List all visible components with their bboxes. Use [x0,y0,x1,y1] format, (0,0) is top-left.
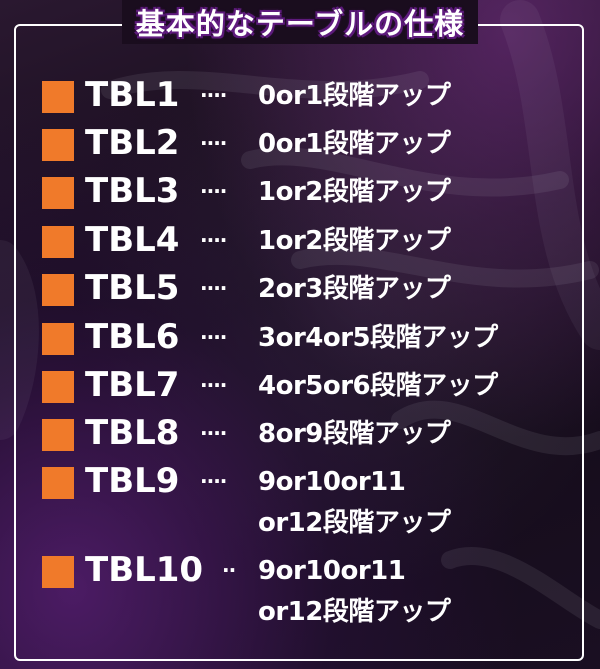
upgrade-value: 0or1段階アップ [258,129,451,159]
leader-dots: ···· [200,373,227,397]
table-name: TBL6 [85,317,180,357]
upgrade-value: 4or5or6段階アップ [258,371,498,401]
orange-square-marker [42,129,74,161]
upgrade-value: 8or9段階アップ [258,419,451,449]
upgrade-value: 2or3段階アップ [258,274,451,304]
table-name: TBL7 [85,365,180,405]
leader-dots: ···· [200,83,227,107]
leader-dots: ···· [200,276,227,300]
upgrade-value: 0or1段階アップ [258,81,451,111]
table-name: TBL10 [85,550,204,590]
table-name: TBL3 [85,171,180,211]
leader-dots: ···· [200,469,227,493]
table-name: TBL5 [85,268,180,308]
orange-square-marker [42,177,74,209]
leader-dots: ···· [200,179,227,203]
leader-dots: ···· [200,325,227,349]
orange-square-marker [42,323,74,355]
table-name: TBL1 [85,75,180,115]
orange-square-marker [42,81,74,113]
upgrade-value: 9or10or11 [258,467,406,497]
leader-dots: ···· [200,228,227,252]
table-name: TBL9 [85,461,180,501]
upgrade-value-line2: or12段階アップ [258,508,451,538]
orange-square-marker [42,371,74,403]
orange-square-marker [42,274,74,306]
leader-dots: ···· [200,421,227,445]
orange-square-marker [42,419,74,451]
leader-dots: ·· [222,558,236,582]
orange-square-marker [42,467,74,499]
table-name: TBL2 [85,123,180,163]
upgrade-value: 1or2段階アップ [258,177,451,207]
table-spec-list: TBL1 ···· 0or1段階アップ TBL2 ···· 0or1段階アップ … [0,0,600,669]
table-name: TBL4 [85,220,180,260]
upgrade-value-line2: or12段階アップ [258,597,451,627]
upgrade-value: 9or10or11 [258,556,406,586]
leader-dots: ···· [200,131,227,155]
table-name: TBL8 [85,413,180,453]
orange-square-marker [42,556,74,588]
upgrade-value: 1or2段階アップ [258,226,451,256]
orange-square-marker [42,226,74,258]
upgrade-value: 3or4or5段階アップ [258,323,498,353]
